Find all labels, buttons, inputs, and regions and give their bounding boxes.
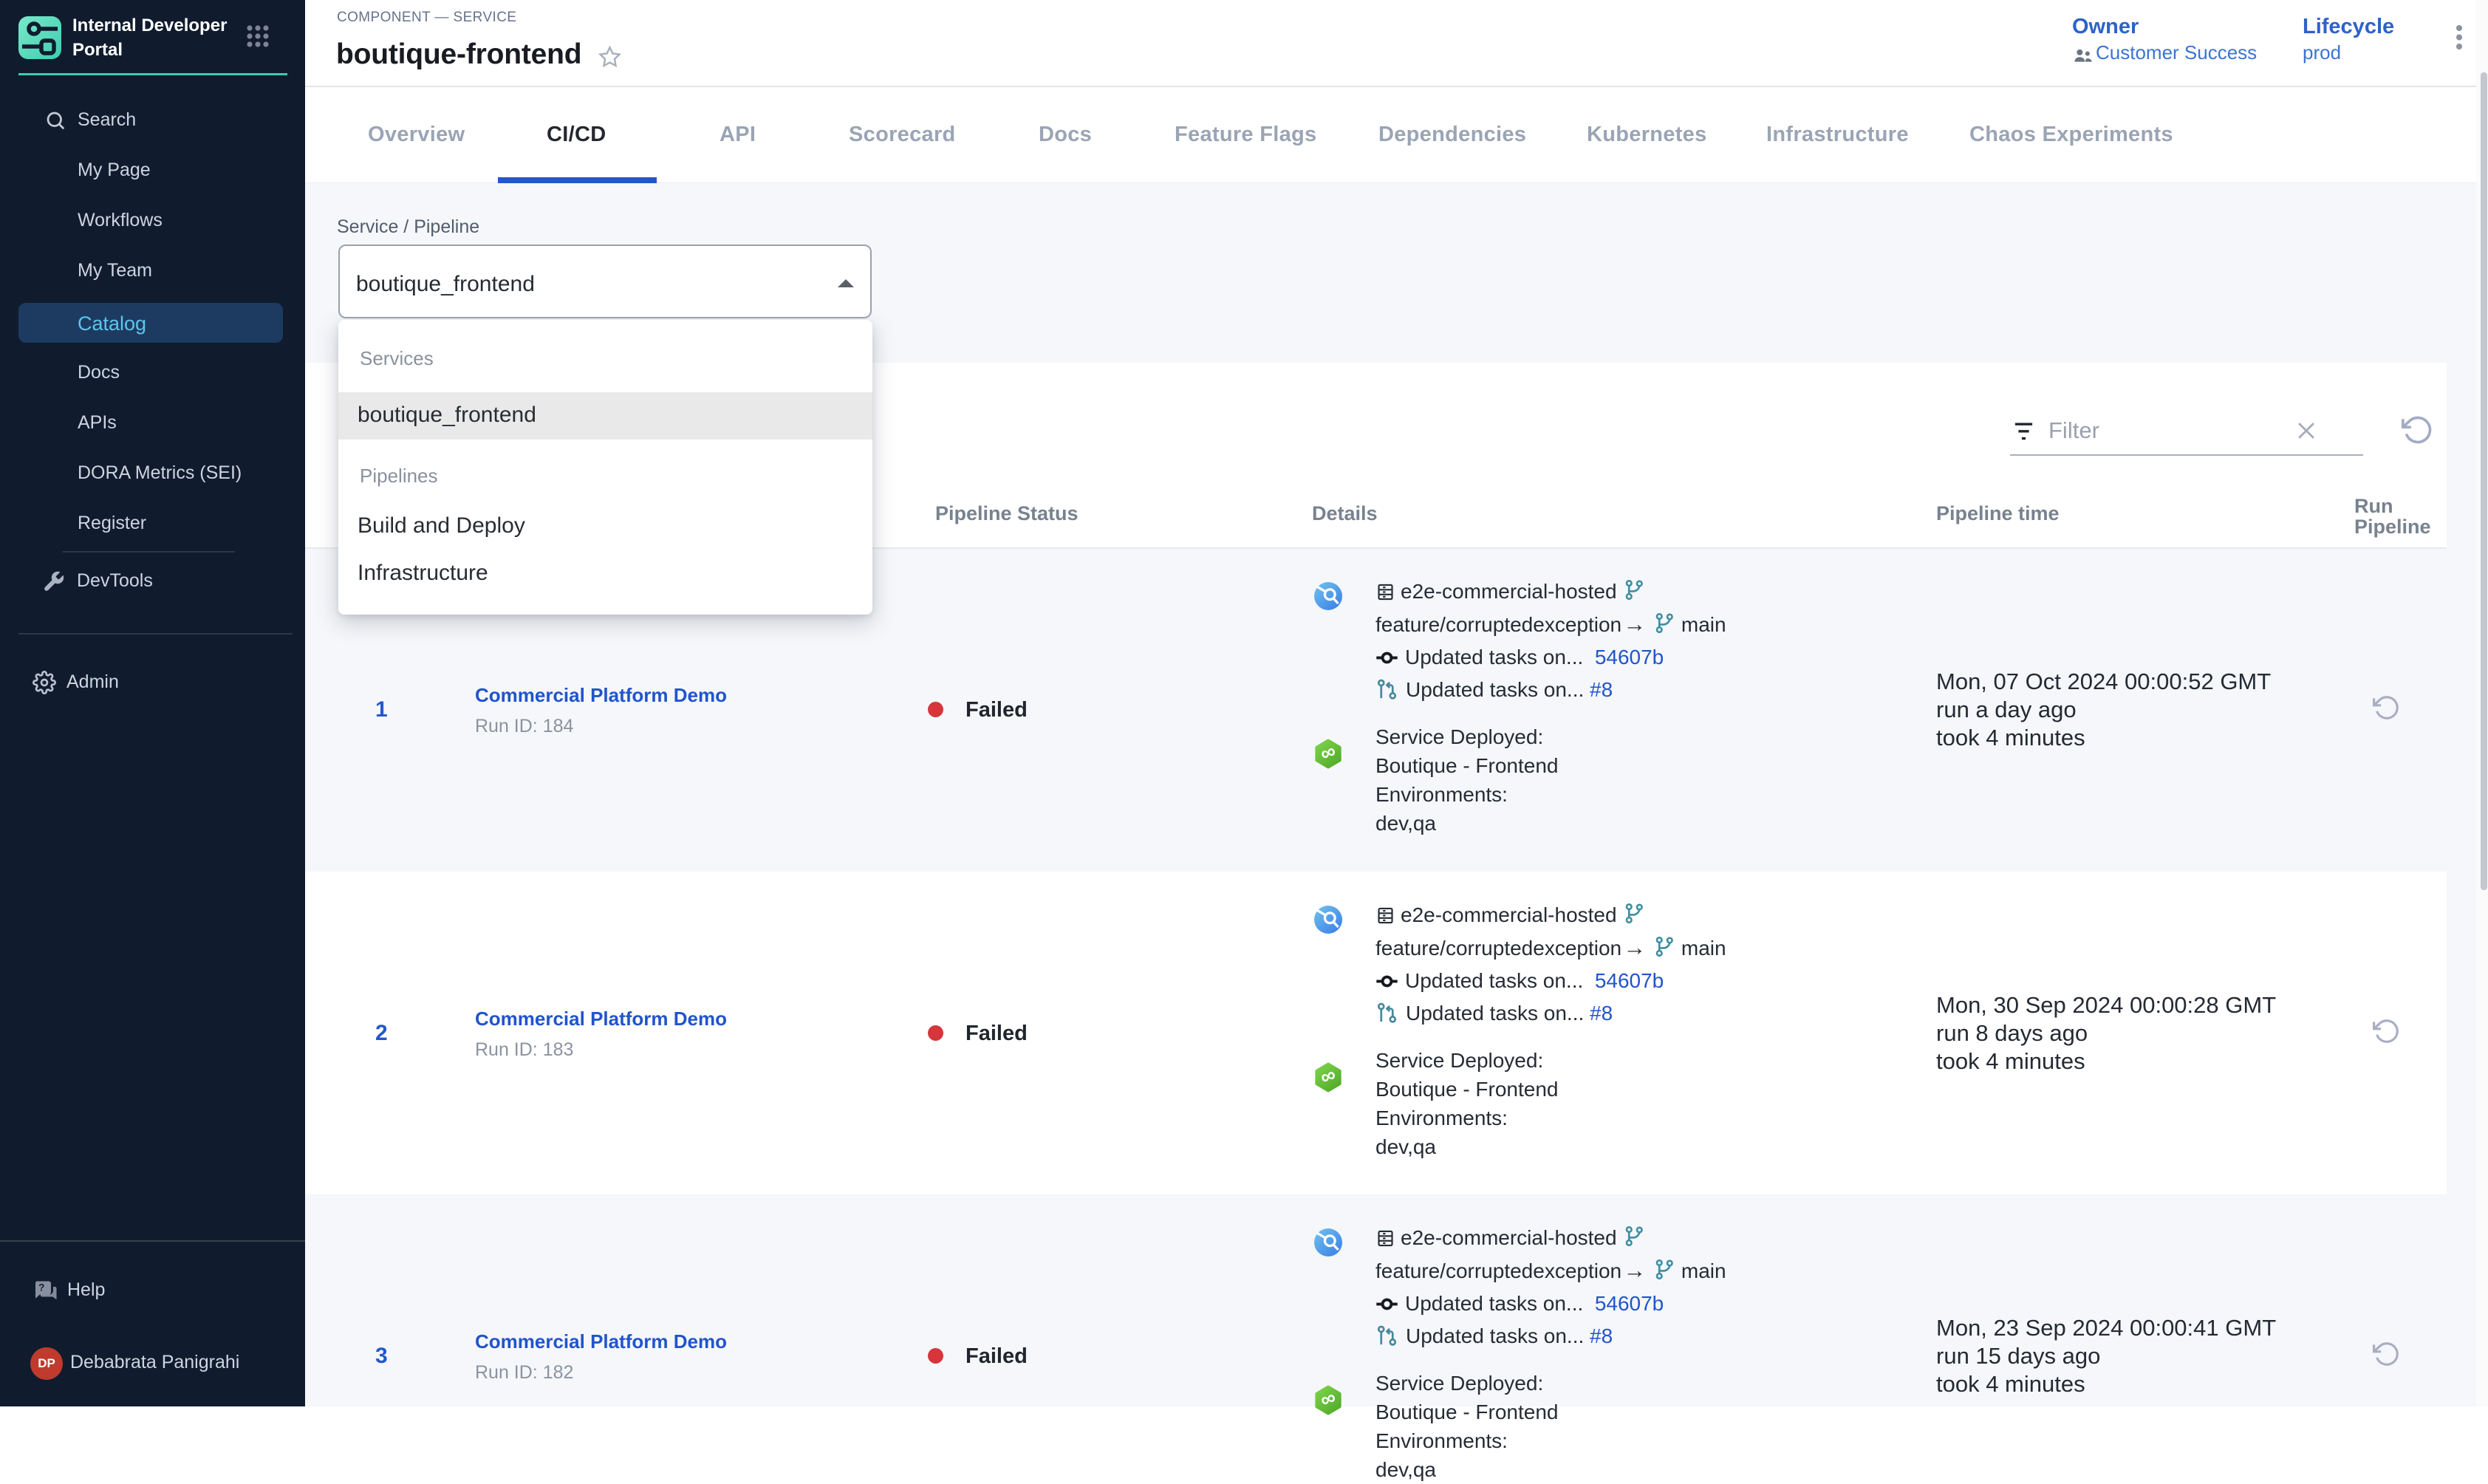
svg-text:?: ? — [38, 1282, 44, 1293]
